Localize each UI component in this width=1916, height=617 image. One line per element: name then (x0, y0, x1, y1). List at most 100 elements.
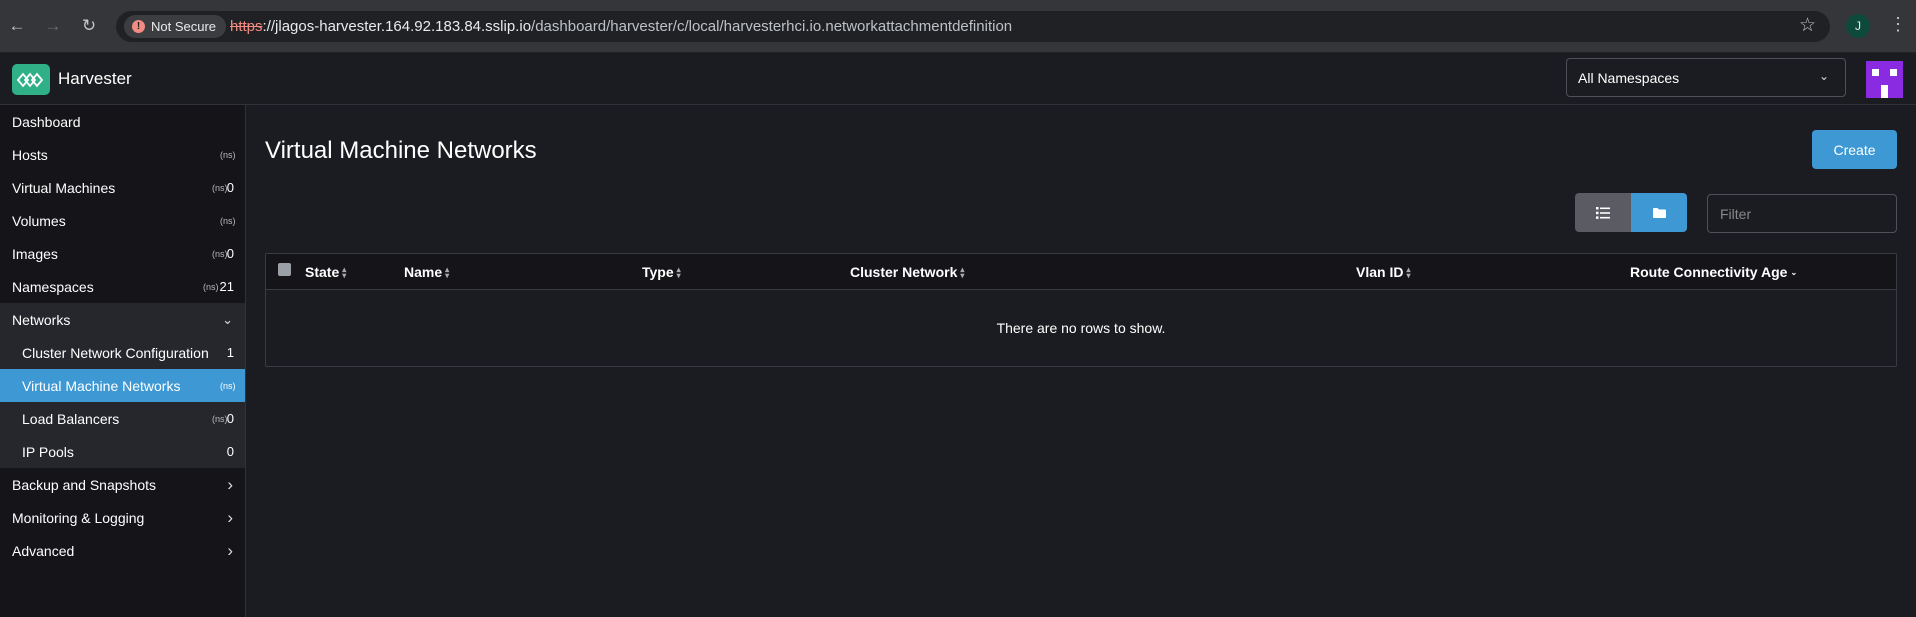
bookmark-star-icon[interactable]: ☆ (1799, 14, 1816, 37)
chevron-down-icon: ⌄ (222, 311, 233, 327)
chevron-right-icon: › (227, 474, 233, 494)
sidebar-group-networks[interactable]: Networks ⌄ (0, 303, 245, 336)
not-secure-chip[interactable]: ! Not Secure (124, 15, 227, 38)
sidebar-group-monitoring-logging[interactable]: Monitoring & Logging › (0, 501, 245, 534)
sidebar-item-ip-pools[interactable]: IP Pools 0 (0, 435, 245, 468)
app-name: Harvester (58, 69, 132, 88)
namespace-select-value: All Namespaces (1578, 69, 1680, 86)
warning-icon: ! (132, 20, 145, 33)
sidebar-item-load-balancers[interactable]: Load Balancers (ns) 0 (0, 402, 245, 435)
sidebar-item-hosts[interactable]: Hosts (ns) (0, 138, 245, 171)
sort-icon: ▴ ▾ (1406, 265, 1411, 281)
url-path: /dashboard/harvester/c/local/harvesterhc… (531, 18, 1013, 35)
column-label: Name (404, 264, 443, 280)
networks-table: State ▴ ▾ Name ▴ ▾ Type ▴ ▾ Cluster Network ▴ ▾ … (265, 253, 1897, 367)
select-all-checkbox[interactable] (278, 263, 291, 276)
create-button[interactable]: Create (1812, 130, 1897, 169)
namespaced-icon: (ns) (212, 248, 228, 259)
column-label: State (305, 264, 340, 280)
browser-menu-icon[interactable]: ⋮ (1889, 14, 1907, 35)
sort-desc-icon: ⌄ (1790, 268, 1798, 278)
column-label: Route Connectivity (1630, 264, 1758, 280)
user-avatar[interactable] (1866, 61, 1903, 98)
sidebar-item-images[interactable]: Images (ns) 0 (0, 237, 245, 270)
back-arrow-icon[interactable]: ← (5, 14, 29, 38)
column-label: Vlan ID (1356, 264, 1404, 280)
sidebar-item-volumes[interactable]: Volumes (ns) (0, 204, 245, 237)
sidebar-item-label: Backup and Snapshots (12, 476, 156, 493)
sidebar-item-label: Hosts (12, 146, 48, 163)
namespaced-icon: (ns) (212, 182, 228, 193)
folder-icon (1652, 207, 1666, 218)
namespace-select[interactable]: All Namespaces ⌄ (1566, 58, 1846, 97)
reload-icon[interactable]: ↻ (77, 14, 101, 38)
sidebar-item-label: Virtual Machine Networks (22, 377, 181, 394)
sidebar-item-label: Virtual Machines (12, 179, 116, 196)
sidebar-item-label: Cluster Network Configuration (22, 344, 209, 361)
namespaced-icon: (ns) (220, 215, 236, 226)
sidebar-item-namespaces[interactable]: Namespaces (ns) 21 (0, 270, 245, 303)
sidebar-item-cluster-network-configuration[interactable]: Cluster Network Configuration 1 (0, 336, 245, 369)
sort-icon: ▴ ▾ (960, 265, 965, 281)
empty-table-message: There are no rows to show. (996, 320, 1166, 336)
sidebar-group-backup-and-snapshots[interactable]: Backup and Snapshots › (0, 468, 245, 501)
column-header-route-connectivity: Route Connectivity (1630, 264, 1758, 280)
address-bar[interactable]: ! Not Secure https://jlagos-harvester.16… (116, 11, 1830, 42)
sort-icon: ▴ ▾ (445, 265, 450, 281)
namespaced-icon: (ns) (220, 380, 236, 391)
sidebar-item-label: Load Balancers (22, 410, 120, 427)
sidebar-item-label: Images (12, 245, 58, 262)
sidebar-item-label: IP Pools (22, 443, 74, 460)
page-title: Virtual Machine Networks (265, 137, 537, 164)
sidebar-item-label: Dashboard (12, 113, 81, 130)
chevron-down-icon: ⌄ (1818, 69, 1829, 83)
sidebar-item-label: Volumes (12, 212, 66, 229)
column-header-cluster-network[interactable]: Cluster Network ▴ ▾ (850, 264, 964, 280)
column-header-name[interactable]: Name ▴ ▾ (404, 264, 449, 280)
sidebar-item-label: Advanced (12, 542, 75, 559)
sidebar-item-count: 0 (226, 180, 234, 195)
identicon-icon (1866, 61, 1903, 98)
list-icon (1596, 206, 1610, 219)
app-header: Harvester All Namespaces ⌄ (0, 54, 1916, 105)
column-label: Type (642, 264, 674, 280)
sidebar-item-label: Networks (12, 311, 71, 328)
forward-arrow-icon[interactable]: → (41, 14, 65, 38)
sidebar-item-virtual-machine-networks[interactable]: Virtual Machine Networks (ns) (0, 369, 245, 402)
table-header: State ▴ ▾ Name ▴ ▾ Type ▴ ▾ Cluster Network ▴ ▾ … (266, 254, 1896, 290)
url-host: ://jlagos-harvester.164.92.183.84.sslip.… (262, 18, 532, 35)
namespaced-icon: (ns) (220, 149, 236, 160)
sidebar-item-count: 1 (226, 345, 234, 360)
view-toggle (1575, 193, 1687, 232)
url-text[interactable]: https://jlagos-harvester.164.92.183.84.s… (230, 18, 1012, 35)
chevron-right-icon: › (227, 540, 233, 560)
sidebar-group-advanced[interactable]: Advanced › (0, 534, 245, 567)
not-secure-label: Not Secure (151, 19, 217, 34)
browser-profile-avatar[interactable]: J (1846, 14, 1870, 38)
column-header-state[interactable]: State ▴ ▾ (305, 264, 346, 280)
sidebar-item-count: 21 (219, 279, 234, 294)
sidebar-item-count: 0 (226, 246, 234, 261)
sort-icon: ▴ ▾ (676, 265, 681, 281)
namespaced-icon: (ns) (212, 413, 228, 424)
sort-icon: ▴ ▾ (342, 265, 347, 281)
group-by-namespace-button[interactable] (1631, 193, 1687, 232)
sidebar-item-count: 0 (226, 411, 234, 426)
column-header-vlan-id[interactable]: Vlan ID ▴ ▾ (1356, 264, 1410, 280)
column-label: Age (1761, 264, 1788, 280)
namespaced-icon: (ns) (203, 281, 219, 292)
sidebar-item-dashboard[interactable]: Dashboard (0, 105, 245, 138)
main-content: Virtual Machine Networks Create State▴▾ … (247, 105, 1916, 617)
column-header-age[interactable]: Age ⌄ (1761, 264, 1797, 280)
harvester-logo-icon[interactable] (12, 64, 50, 95)
filter-input[interactable] (1707, 194, 1897, 233)
column-label: Cluster Network (850, 264, 958, 280)
sidebar-item-virtual-machines[interactable]: Virtual Machines (ns) 0 (0, 171, 245, 204)
sidebar-item-label: Namespaces (12, 278, 94, 295)
sidebar-nav: Dashboard Hosts (ns) Virtual Machines (n… (0, 105, 246, 617)
column-header-type[interactable]: Type ▴ ▾ (642, 264, 681, 280)
sidebar-item-label: Monitoring & Logging (12, 509, 145, 526)
flat-list-view-button[interactable] (1575, 193, 1631, 232)
harvester-logo-mark (16, 72, 44, 87)
url-scheme: https (230, 18, 263, 35)
